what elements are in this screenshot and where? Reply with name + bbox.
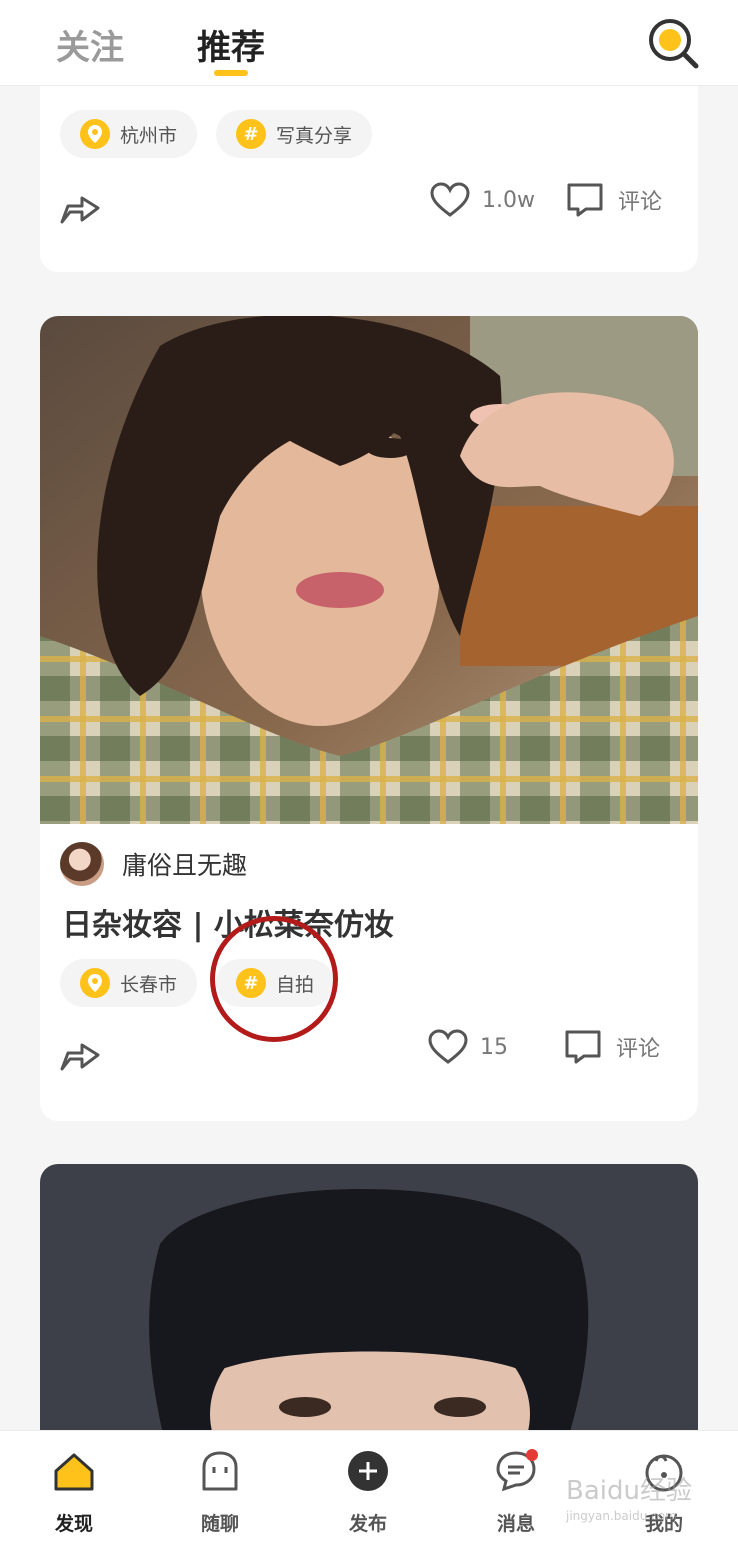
watermark-url: jingyan.baidu.com [566,1509,677,1523]
tab-follow[interactable]: 关注 [56,20,124,69]
comment-button[interactable]: 评论 [564,1029,660,1065]
location-pin-icon [80,968,110,998]
nav-chat[interactable]: 随聊 [170,1449,270,1536]
nav-discover[interactable]: 发现 [24,1449,124,1536]
post-actions: 15 评论 [40,1023,698,1083]
location-pin-icon [80,119,110,149]
hashtag-icon: # [236,119,266,149]
chat-ghost-icon [202,1451,238,1491]
nav-label: 发现 [54,1513,93,1535]
watermark: Baidu经验 jingyan.baidu.com [566,1470,692,1523]
search-icon[interactable] [644,16,702,72]
active-tab-indicator [214,70,248,76]
share-icon[interactable] [58,1031,102,1075]
post-photo[interactable] [40,316,698,824]
topic-label: 写真分享 [276,124,353,147]
nav-publish[interactable]: 发布 [318,1449,418,1536]
notification-badge [526,1449,538,1461]
plus-icon [348,1451,388,1491]
comment-label: 评论 [618,190,663,215]
like-button[interactable]: 15 [428,1029,508,1065]
comment-button[interactable]: 评论 [566,182,662,218]
location-label: 长春市 [120,973,178,996]
message-icon [496,1449,538,1492]
nav-label: 随聊 [200,1513,239,1535]
avatar[interactable] [60,842,104,886]
tab-recommend[interactable]: 推荐 [197,20,265,69]
location-chip[interactable]: 长春市 [60,959,198,1007]
like-button[interactable]: 1.0w [430,182,535,218]
post-card[interactable] [40,1164,698,1464]
post-photo[interactable] [40,1164,698,1464]
like-count: 15 [480,1034,508,1060]
share-icon[interactable] [58,184,102,228]
post-actions: 1.0w 评论 [40,176,698,236]
comment-icon [567,183,603,217]
watermark-text: Baidu经验 [566,1476,692,1506]
heart-icon [430,182,470,217]
nav-label: 消息 [496,1513,535,1535]
location-chip[interactable]: 杭州市 [60,110,198,158]
heart-icon [428,1029,468,1064]
top-bar: 关注 推荐 [0,0,738,86]
topic-chip[interactable]: # 写真分享 [216,110,373,158]
author-row[interactable]: 庸俗且无趣 [60,842,247,886]
nav-label: 发布 [348,1513,387,1535]
annotation-circle [210,916,338,1042]
author-name[interactable]: 庸俗且无趣 [122,846,247,882]
post-card[interactable]: 庸俗且无趣 日杂妆容 | 小松菜奈仿妆 长春市 # 自拍 15 评论 [40,316,698,1121]
location-label: 杭州市 [120,124,178,147]
like-count: 1.0w [482,187,535,213]
nav-messages[interactable]: 消息 [466,1449,566,1536]
comment-icon [565,1030,601,1064]
comment-label: 评论 [616,1037,661,1062]
home-icon [54,1453,94,1491]
